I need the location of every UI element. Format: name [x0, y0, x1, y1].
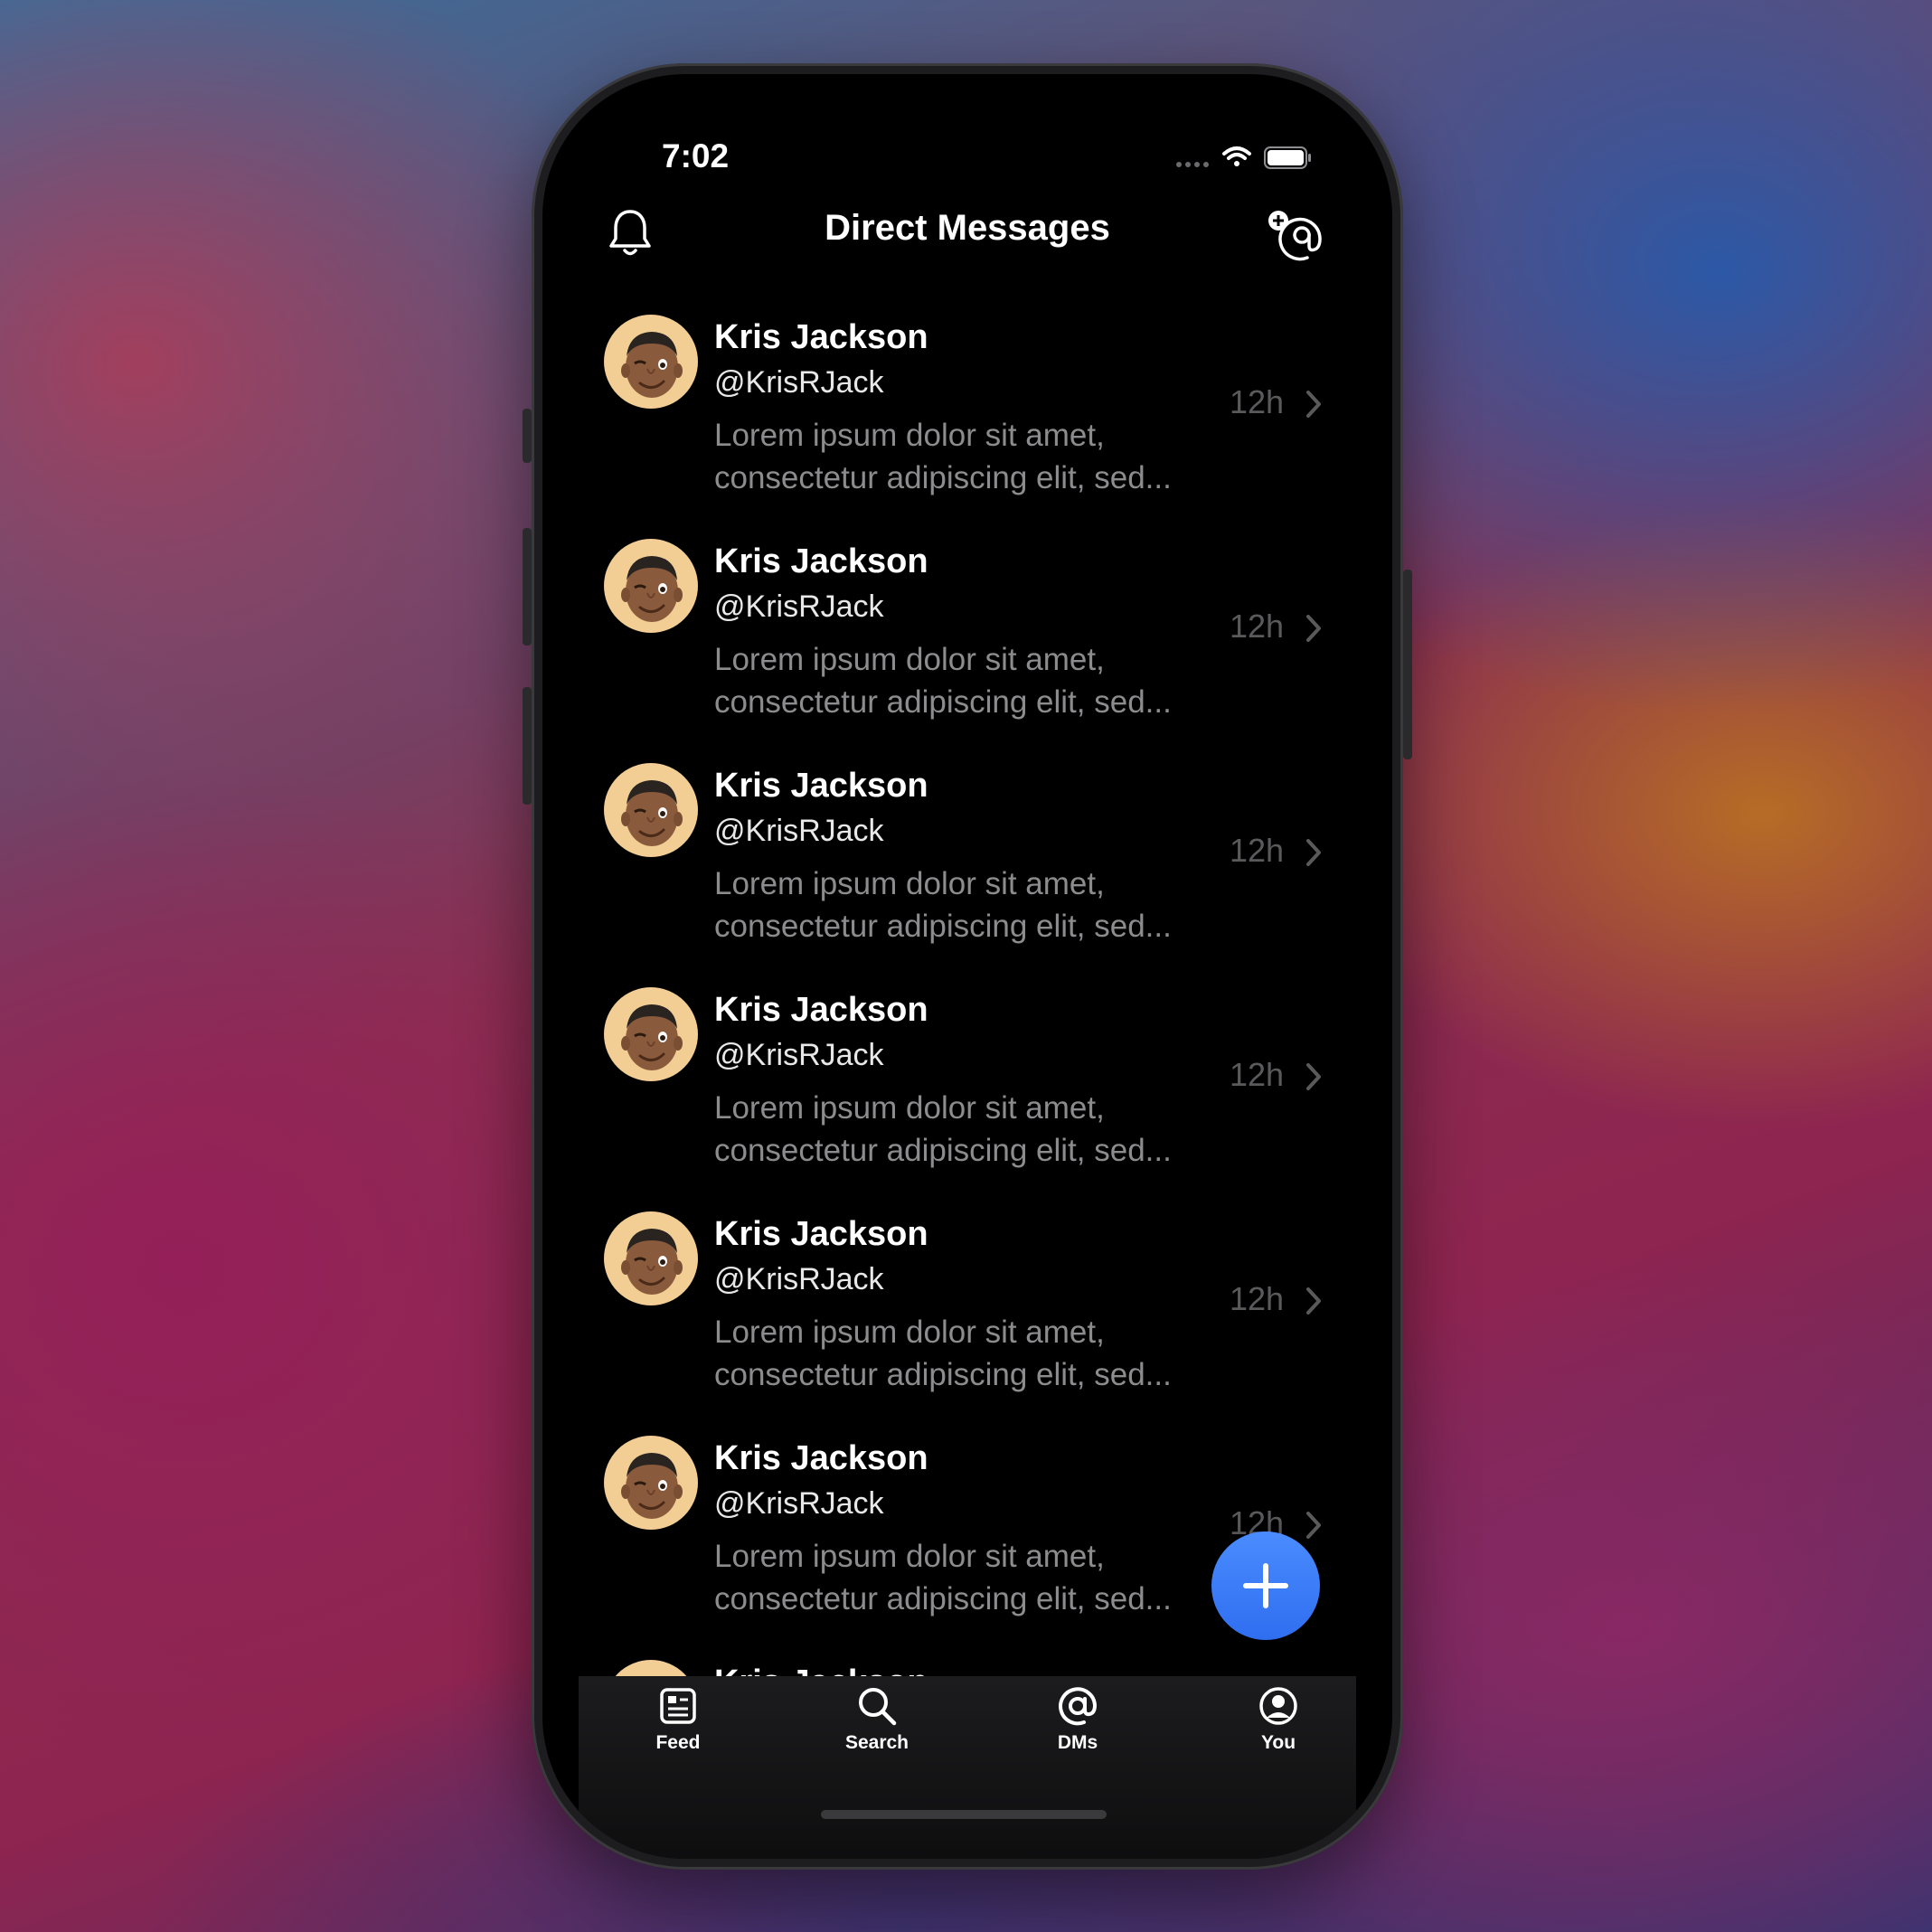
sender-name: Kris Jackson: [714, 318, 928, 356]
message-preview-line1: Lorem ipsum dolor sit amet,: [714, 418, 1105, 453]
tab-dms-label: DMs: [1057, 1732, 1098, 1753]
plus-icon: [1243, 1563, 1288, 1608]
avatar[interactable]: [604, 539, 698, 633]
sender-name: Kris Jackson: [714, 1215, 928, 1253]
message-preview-line2: consectetur adipiscing elit, sed...: [714, 460, 1172, 495]
tab-dms[interactable]: DMs: [1005, 1676, 1150, 1776]
message-preview: Lorem ipsum dolor sit amet, consectetur a…: [714, 862, 1220, 947]
memoji-avatar-icon: [621, 1004, 683, 1070]
sender-handle: @KrisRJack: [714, 1262, 884, 1296]
memoji-avatar-icon: [621, 556, 683, 622]
silent-switch: [523, 409, 532, 463]
status-time: 7:02: [662, 137, 730, 174]
message-preview-line1: Lorem ipsum dolor sit amet,: [714, 1315, 1105, 1350]
message-list[interactable]: Kris Jackson @KrisRJack Lorem ipsum dolor …: [542, 300, 1392, 1754]
search-icon: [859, 1688, 897, 1726]
screen: 7:02 Direct Messages Kris Jackson @KrisR…: [542, 74, 1392, 1859]
tab-search[interactable]: Search: [805, 1676, 949, 1776]
message-time: 12h: [1230, 832, 1285, 869]
message-preview-line2: consectetur adipiscing elit, sed...: [714, 1133, 1172, 1168]
message-time: 12h: [1230, 383, 1285, 420]
tab-feed-label: Feed: [655, 1732, 701, 1753]
message-row[interactable]: Kris Jackson @KrisRJack Lorem ipsum dolor …: [542, 307, 1392, 532]
volume-down-button: [523, 687, 532, 805]
sender-handle: @KrisRJack: [714, 1038, 884, 1072]
message-preview-line2: consectetur adipiscing elit, sed...: [714, 1357, 1172, 1392]
message-row[interactable]: Kris Jackson @KrisRJack Lorem ipsum dolor …: [542, 756, 1392, 980]
tab-bar: Feed Search DMs You: [579, 1676, 1356, 1859]
phone-frame: 7:02 Direct Messages Kris Jackson @KrisR…: [523, 63, 1412, 1870]
message-preview: Lorem ipsum dolor sit amet, consectetur a…: [714, 1311, 1220, 1396]
avatar[interactable]: [604, 1211, 698, 1305]
sender-name: Kris Jackson: [714, 1439, 928, 1477]
chevron-right-icon: [1306, 615, 1321, 642]
memoji-avatar-icon: [621, 1453, 683, 1519]
memoji-avatar-icon: [621, 1229, 683, 1295]
at-icon: [1059, 1687, 1098, 1726]
new-mention-icon[interactable]: [1266, 208, 1325, 262]
sender-handle: @KrisRJack: [714, 589, 884, 624]
message-preview-line1: Lorem ipsum dolor sit amet,: [714, 1539, 1105, 1574]
sender-handle: @KrisRJack: [714, 365, 884, 400]
message-preview-line1: Lorem ipsum dolor sit amet,: [714, 642, 1105, 677]
volume-up-button: [523, 528, 532, 646]
avatar[interactable]: [604, 1436, 698, 1530]
feed-icon: [660, 1688, 696, 1724]
signal-icon: [1176, 162, 1209, 167]
sender-name: Kris Jackson: [714, 542, 928, 580]
message-row[interactable]: Kris Jackson @KrisRJack Lorem ipsum dolor …: [542, 980, 1392, 1204]
sender-name: Kris Jackson: [714, 767, 928, 805]
avatar[interactable]: [604, 987, 698, 1081]
message-preview-line2: consectetur adipiscing elit, sed...: [714, 1581, 1172, 1616]
message-preview-line1: Lorem ipsum dolor sit amet,: [714, 1090, 1105, 1126]
message-time: 12h: [1230, 1056, 1285, 1093]
chevron-right-icon: [1306, 1063, 1321, 1090]
power-button: [1403, 570, 1412, 759]
wifi-icon: [1222, 146, 1251, 166]
message-time: 12h: [1230, 1280, 1285, 1317]
compose-button[interactable]: [1211, 1531, 1320, 1640]
message-preview: Lorem ipsum dolor sit amet, consectetur a…: [714, 638, 1220, 723]
battery-icon: [1264, 146, 1311, 169]
home-indicator[interactable]: [821, 1810, 1107, 1819]
chevron-right-icon: [1306, 391, 1321, 418]
status-icons: [1176, 146, 1311, 169]
message-row[interactable]: Kris Jackson @KrisRJack Lorem ipsum dolor …: [542, 1204, 1392, 1428]
message-time: 12h: [1230, 608, 1285, 645]
message-preview: Lorem ipsum dolor sit amet, consectetur a…: [714, 414, 1220, 499]
memoji-avatar-icon: [621, 780, 683, 846]
message-row[interactable]: Kris Jackson @KrisRJack Lorem ipsum dolor …: [542, 532, 1392, 756]
message-preview: Lorem ipsum dolor sit amet, consectetur a…: [714, 1087, 1220, 1172]
tab-search-label: Search: [844, 1732, 909, 1753]
tab-you[interactable]: You: [1206, 1676, 1351, 1776]
avatar[interactable]: [604, 763, 698, 857]
memoji-avatar-icon: [621, 332, 683, 398]
message-preview-line2: consectetur adipiscing elit, sed...: [714, 909, 1172, 944]
sender-handle: @KrisRJack: [714, 1486, 884, 1521]
avatar[interactable]: [604, 315, 698, 409]
chevron-right-icon: [1306, 839, 1321, 866]
message-preview-line2: consectetur adipiscing elit, sed...: [714, 684, 1172, 720]
chevron-right-icon: [1306, 1287, 1321, 1315]
message-preview: Lorem ipsum dolor sit amet, consectetur a…: [714, 1535, 1220, 1620]
sender-handle: @KrisRJack: [714, 814, 884, 848]
sender-name: Kris Jackson: [714, 991, 928, 1029]
person-circle-icon: [1259, 1687, 1297, 1725]
tab-you-label: You: [1260, 1732, 1296, 1753]
message-preview-line1: Lorem ipsum dolor sit amet,: [714, 866, 1105, 901]
tab-feed[interactable]: Feed: [606, 1676, 750, 1776]
page-title: Direct Messages: [825, 208, 1110, 248]
